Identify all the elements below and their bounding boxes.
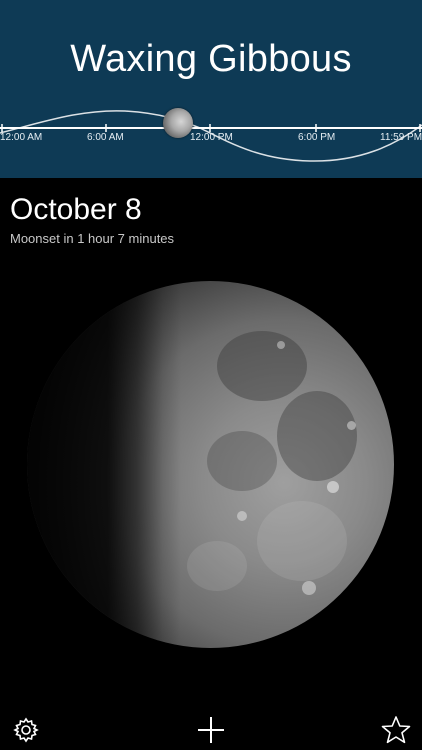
phase-header: Waxing Gibbous 12:00 AM 6:00 AM 12:00 PM…	[0, 0, 422, 178]
tick-label-12pm: 12:00 PM	[190, 132, 233, 143]
bottom-toolbar	[0, 706, 422, 750]
moonset-text: Moonset in 1 hour 7 minutes	[10, 231, 175, 246]
moon-phase-image	[27, 281, 394, 648]
settings-button[interactable]	[10, 714, 42, 746]
favorite-button[interactable]	[380, 714, 412, 746]
gear-icon	[13, 717, 39, 743]
add-button[interactable]	[195, 714, 227, 746]
moon-position-icon[interactable]	[163, 108, 193, 138]
phase-title: Waxing Gibbous	[70, 38, 352, 80]
plus-icon	[198, 717, 224, 743]
tick-label-6am: 6:00 AM	[87, 132, 124, 143]
moon-terminator-shadow	[27, 281, 394, 648]
moon-timeline[interactable]: 12:00 AM 6:00 AM 12:00 PM 6:00 PM 11:59 …	[0, 95, 422, 175]
tick-label-12am: 12:00 AM	[0, 132, 43, 143]
tick-label-6pm: 6:00 PM	[298, 132, 336, 143]
moon-app: Waxing Gibbous 12:00 AM 6:00 AM 12:00 PM…	[0, 0, 422, 750]
date-title: October 8	[10, 193, 142, 226]
star-icon	[381, 716, 411, 744]
tick-label-1159pm: 11:59 PM	[380, 132, 422, 143]
